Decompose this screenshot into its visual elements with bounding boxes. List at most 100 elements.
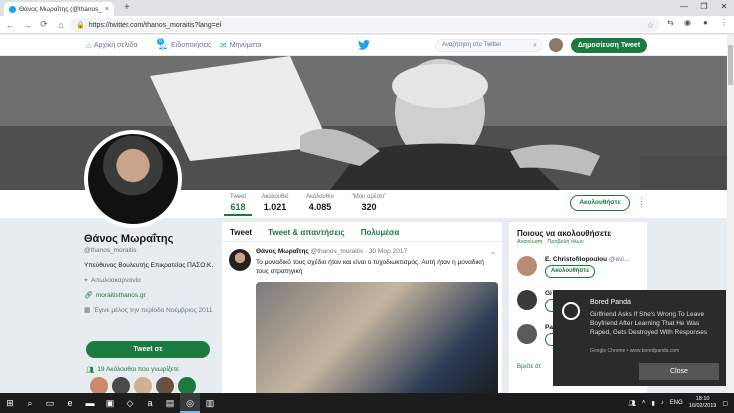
tweet-date[interactable]: · 30 Μαρ 2017 bbox=[365, 248, 407, 255]
menu-dots-icon[interactable]: ⋮ bbox=[720, 18, 728, 27]
search-icon[interactable]: ⌕ bbox=[533, 40, 537, 51]
close-window-button[interactable]: ✕ bbox=[714, 0, 734, 14]
view-all-link[interactable]: Προβολή όλων bbox=[547, 239, 583, 245]
tab-tweets[interactable]: Tweet bbox=[230, 228, 252, 241]
tab-title: Θάνος Μωραΐτης (@thanos_moraitis) bbox=[19, 5, 102, 13]
profile-joined: ▦ Έγινε μέλος την περίοδο Νοέμβριος 2011 bbox=[84, 306, 214, 315]
tweet[interactable]: Θάνος Μωραΐτης @thanos_moraitis · 30 Μαρ… bbox=[222, 242, 502, 393]
stat-following-label: Ακολουθεί bbox=[261, 194, 289, 200]
translate-icon[interactable]: ⇆ bbox=[667, 18, 674, 27]
follow-button[interactable]: Ακολουθήστε bbox=[570, 195, 630, 211]
nav-home[interactable]: ⌂ Αρχική σελίδα bbox=[86, 41, 138, 50]
stat-followers[interactable]: Ακόλουθοι 4.085 bbox=[302, 194, 338, 212]
scrollbar-thumb[interactable] bbox=[728, 45, 733, 85]
chrome-icon[interactable]: ◎ bbox=[180, 393, 200, 413]
refresh-link[interactable]: Ανανέωση bbox=[517, 239, 542, 245]
people-icon: 👥︎ bbox=[86, 367, 95, 374]
search-input[interactable]: Αναζήτηση στο Twitter ⌕ bbox=[435, 39, 543, 52]
profile-handle: @thanos_moraitis bbox=[84, 247, 137, 254]
follow-suggestion-button[interactable]: Ακολουθήστε bbox=[545, 265, 595, 278]
search-placeholder: Αναζήτηση στο Twitter bbox=[442, 42, 502, 48]
extension-icon[interactable]: ◉ bbox=[684, 18, 691, 27]
dropbox-icon[interactable]: ◇ bbox=[120, 393, 140, 413]
tweet-author-avatar[interactable] bbox=[229, 249, 251, 271]
edge-icon[interactable]: e bbox=[60, 393, 80, 413]
minimize-button[interactable]: — bbox=[674, 0, 694, 14]
reload-icon[interactable]: ⟳ bbox=[37, 19, 51, 30]
network-icon[interactable]: ▮ bbox=[651, 400, 654, 407]
system-tray: 👥︎ ˄ ▮ ♪ ENG 18:10 16/02/2019 ▢ bbox=[628, 393, 728, 413]
suggestion-name[interactable]: E. Christofilopoulou @evi... bbox=[545, 256, 629, 263]
language-indicator[interactable]: ENG bbox=[670, 400, 683, 406]
suggestion-handle: @evi... bbox=[608, 256, 630, 263]
avatar[interactable] bbox=[517, 290, 537, 310]
store-icon[interactable]: ▣ bbox=[100, 393, 120, 413]
suggestion-name-text: Gi bbox=[545, 290, 552, 297]
home-nav-icon: ⌂ bbox=[86, 41, 91, 50]
tweet-to-button[interactable]: Tweet σε bbox=[86, 341, 210, 358]
nav-notifications[interactable]: 🔔︎ Ειδοποιήσεις bbox=[158, 41, 212, 50]
task-view-icon[interactable]: ▭ bbox=[40, 393, 60, 413]
home-icon[interactable]: ⌂ bbox=[54, 20, 68, 30]
url-field[interactable]: 🔒 https://twitter.com/thanos_moraitis?la… bbox=[70, 18, 660, 32]
tab-media[interactable]: Πολυμέσα bbox=[361, 228, 400, 241]
profile-info: Θάνος Μωραΐτης @thanos_moraitis Υπεύθυνο… bbox=[84, 233, 214, 315]
amazon-icon[interactable]: a bbox=[140, 393, 160, 413]
tweet-author-name[interactable]: Θάνος Μωραΐτης bbox=[256, 248, 309, 255]
twitter-favicon-icon bbox=[9, 5, 16, 13]
profile-location: ⌖ Αιτωλοακαρνανία bbox=[84, 276, 214, 285]
suggestion-name-text: E. Christofilopoulou bbox=[545, 256, 608, 263]
action-center-icon[interactable]: ▢ bbox=[722, 400, 728, 407]
nav-notifications-label: Ειδοποιήσεις bbox=[171, 42, 212, 49]
people-tray-icon[interactable]: 👥︎ bbox=[628, 400, 636, 407]
avatar[interactable] bbox=[517, 324, 537, 344]
compose-tweet-button[interactable]: Δημοσίευση Tweet bbox=[571, 38, 647, 53]
account-avatar[interactable] bbox=[549, 38, 563, 52]
new-tab-button[interactable]: + bbox=[124, 2, 130, 13]
clock-time: 18:10 bbox=[695, 396, 710, 402]
chevron-down-icon[interactable]: ⌄ bbox=[490, 248, 496, 256]
profile-icon[interactable]: ● bbox=[703, 18, 708, 27]
stat-likes-value: 320 bbox=[361, 202, 377, 212]
tab-tweets-replies[interactable]: Tweet & απαντήσεις bbox=[268, 228, 345, 241]
avatar[interactable] bbox=[517, 256, 537, 276]
notification-source: Google Chrome • www.boredpanda.com bbox=[590, 348, 680, 354]
chevron-up-icon[interactable]: ˄ bbox=[642, 400, 646, 406]
suggestion-name[interactable]: Pa bbox=[545, 324, 553, 331]
suggestion-name[interactable]: Gi bbox=[545, 290, 552, 297]
page-scrollbar[interactable] bbox=[727, 35, 734, 393]
stat-followers-label: Ακόλουθοι bbox=[306, 194, 334, 200]
nav-messages[interactable]: ✉ Μηνύματα bbox=[220, 41, 262, 50]
back-arrow-icon[interactable]: ← bbox=[3, 20, 17, 30]
photos-icon[interactable]: ▤ bbox=[160, 393, 180, 413]
profile-avatar[interactable] bbox=[84, 130, 182, 228]
followers-you-know-text[interactable]: 19 Ακόλουθοι που γνωρίζετε bbox=[97, 366, 179, 374]
stat-likes[interactable]: "Μου αρέσει" 320 bbox=[346, 194, 392, 212]
stat-tweets[interactable]: Tweet 618 bbox=[224, 194, 252, 216]
file-explorer-icon[interactable]: ▬ bbox=[80, 393, 100, 413]
more-options-icon[interactable]: ⋮ bbox=[637, 196, 646, 207]
notifications-badge: 6 bbox=[157, 38, 164, 45]
tweet-text: Το μοναδικό τους σχέδιο ήταν και είναι ο… bbox=[256, 259, 484, 275]
app-icon[interactable]: ▥ bbox=[200, 393, 220, 413]
followers-you-know[interactable]: 👥︎ 19 Ακόλουθοι που γνωρίζετε bbox=[86, 366, 179, 374]
clock[interactable]: 18:10 16/02/2019 bbox=[689, 396, 717, 410]
stat-following[interactable]: Ακολουθεί 1.021 bbox=[258, 194, 292, 212]
windows-start-icon[interactable]: ⊞ bbox=[0, 393, 20, 413]
browser-tab[interactable]: Θάνος Μωραΐτης (@thanos_moraitis) × bbox=[4, 2, 114, 16]
search-icon[interactable]: ⌕ bbox=[20, 393, 40, 413]
find-people-link[interactable]: Βρείτε άτ bbox=[517, 364, 541, 370]
window-controls: — ❐ ✕ bbox=[674, 0, 734, 14]
tweet-media-image[interactable] bbox=[256, 282, 498, 393]
forward-arrow-icon[interactable]: → bbox=[20, 20, 34, 30]
notification-close-button[interactable]: Close bbox=[639, 363, 719, 380]
bookmark-star-icon[interactable]: ☆ bbox=[647, 21, 654, 30]
maximize-button[interactable]: ❐ bbox=[694, 0, 714, 14]
profile-website-text[interactable]: moraitisthanos.gr bbox=[96, 291, 146, 300]
notification-app-name: Bored Panda bbox=[590, 299, 631, 306]
twitter-bird-icon[interactable] bbox=[358, 40, 370, 50]
profile-website[interactable]: 🔗︎ moraitisthanos.gr bbox=[84, 291, 214, 300]
calendar-icon: ▦ bbox=[84, 307, 91, 314]
volume-icon[interactable]: ♪ bbox=[661, 400, 664, 406]
tab-close-icon[interactable]: × bbox=[105, 6, 109, 13]
